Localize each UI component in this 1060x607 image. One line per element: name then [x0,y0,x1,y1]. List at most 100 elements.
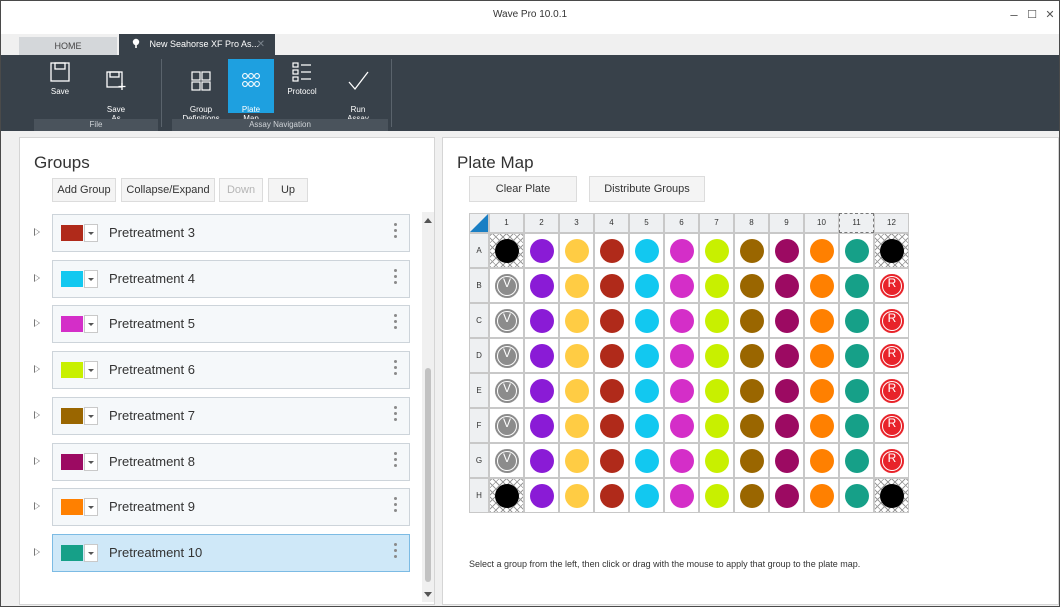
plate-well[interactable] [629,443,664,478]
group-color-swatch[interactable] [61,453,83,470]
close-button[interactable]: ✕ [1043,8,1057,21]
distribute-groups-button[interactable]: Distribute Groups [589,176,705,202]
plate-well[interactable]: R [874,373,909,408]
plate-column-header[interactable]: 12 [874,213,909,233]
group-row[interactable]: Pretreatment 10 [24,533,410,572]
plate-well[interactable] [734,233,769,268]
expand-arrow-icon[interactable] [34,365,40,374]
plate-row-header[interactable]: B [469,268,489,303]
plate-well[interactable] [664,303,699,338]
plate-well[interactable]: R [874,408,909,443]
group-definitions-button[interactable]: Group Definitions [178,59,224,123]
save-as-button[interactable]: Save As [93,59,139,123]
plate-well[interactable] [699,373,734,408]
maximize-button[interactable]: ☐ [1025,8,1039,21]
plate-well[interactable]: V [489,373,524,408]
plate-column-header[interactable]: 1 [489,213,524,233]
plate-row-header[interactable]: C [469,303,489,338]
plate-well[interactable] [559,303,594,338]
group-card[interactable]: Pretreatment 8 [52,442,410,481]
group-color-swatch[interactable] [61,316,83,333]
plate-well[interactable] [664,478,699,513]
collapse-expand-button[interactable]: Collapse/Expand [121,178,215,202]
plate-column-header[interactable]: 3 [559,213,594,233]
group-row[interactable]: Pretreatment 7 [24,396,410,435]
plate-well[interactable] [524,233,559,268]
plate-well[interactable]: V [489,268,524,303]
plate-corner-select-all[interactable] [469,213,489,233]
plate-well[interactable] [524,408,559,443]
plate-column-header[interactable]: 7 [699,213,734,233]
plate-well[interactable] [734,303,769,338]
plate-well[interactable] [629,408,664,443]
more-options-icon[interactable] [394,268,397,289]
more-options-icon[interactable] [394,405,397,426]
group-card[interactable]: Pretreatment 4 [52,259,410,298]
plate-well[interactable] [804,338,839,373]
more-options-icon[interactable] [394,360,397,380]
plate-well[interactable] [629,268,664,303]
plate-well[interactable] [559,478,594,513]
group-color-swatch[interactable] [61,225,83,241]
plate-well[interactable] [699,303,734,338]
expand-arrow-icon[interactable] [34,228,40,236]
plate-well[interactable] [629,478,664,513]
plate-well[interactable] [524,373,559,408]
color-dropdown-icon[interactable] [84,224,98,242]
plate-well[interactable] [804,303,839,338]
plate-well[interactable] [594,408,629,443]
plate-well[interactable] [664,338,699,373]
color-dropdown-icon[interactable] [84,452,98,471]
expand-arrow-icon[interactable] [34,273,40,282]
move-up-button[interactable]: Up [268,178,308,202]
plate-well[interactable] [874,478,909,513]
plate-well[interactable] [839,303,874,338]
group-row[interactable]: Pretreatment 6 [24,351,410,390]
group-color-swatch[interactable] [61,407,83,424]
plate-well[interactable] [559,338,594,373]
plate-well[interactable] [524,303,559,338]
plate-row-header[interactable]: F [469,408,489,443]
plate-well[interactable]: V [489,408,524,443]
plate-well[interactable] [594,443,629,478]
plate-map-button[interactable]: Plate Map [228,59,274,123]
protocol-button[interactable]: Protocol [279,59,325,113]
group-color-swatch[interactable] [61,499,83,516]
plate-well[interactable] [839,478,874,513]
plate-well[interactable] [839,233,874,268]
groups-scrollbar[interactable] [422,212,434,602]
plate-well[interactable] [559,268,594,303]
plate-well[interactable] [664,268,699,303]
plate-well[interactable] [559,443,594,478]
group-color-swatch[interactable] [61,362,83,379]
plate-well[interactable] [594,268,629,303]
clear-plate-button[interactable]: Clear Plate [469,176,577,202]
group-card[interactable]: Pretreatment 7 [52,396,410,435]
plate-well[interactable] [734,408,769,443]
plate-well[interactable] [839,373,874,408]
plate-well[interactable] [839,338,874,373]
plate-well[interactable] [699,233,734,268]
color-dropdown-icon[interactable] [84,543,98,562]
plate-well[interactable] [699,408,734,443]
plate-column-header[interactable]: 10 [804,213,839,233]
plate-well[interactable] [629,233,664,268]
expand-arrow-icon[interactable] [34,410,40,419]
plate-well[interactable]: R [874,303,909,338]
plate-well[interactable] [629,373,664,408]
plate-well[interactable] [664,443,699,478]
plate-well[interactable] [664,233,699,268]
more-options-icon[interactable] [394,542,397,563]
plate-well[interactable] [629,303,664,338]
plate-well[interactable] [524,338,559,373]
plate-well[interactable] [699,478,734,513]
plate-well[interactable] [769,373,804,408]
add-group-button[interactable]: Add Group [52,178,116,202]
plate-well[interactable] [804,408,839,443]
plate-well[interactable] [594,303,629,338]
plate-well[interactable] [524,443,559,478]
group-color-swatch[interactable] [61,270,83,287]
expand-arrow-icon[interactable] [34,547,40,556]
plate-well[interactable]: V [489,303,524,338]
plate-well[interactable] [699,338,734,373]
